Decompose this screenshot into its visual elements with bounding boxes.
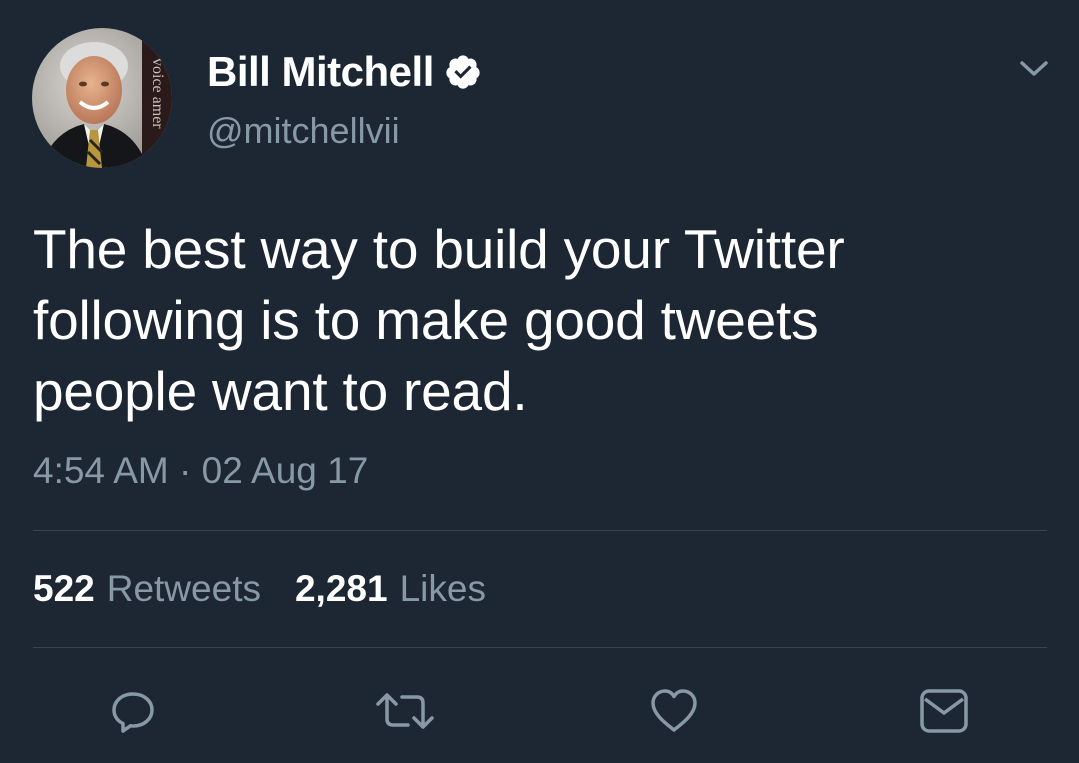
tweet-text-line: The best way to build your Twitter <box>33 218 845 280</box>
divider <box>33 647 1047 648</box>
tweet-timestamp[interactable]: 4:54 AM · 02 Aug 17 <box>33 450 368 492</box>
verified-badge-icon <box>444 53 482 91</box>
tweet-stats: 522 Retweets 2,281 Likes <box>33 568 486 610</box>
likes-count: 2,281 <box>294 568 388 609</box>
envelope-icon[interactable] <box>918 686 970 736</box>
chevron-down-icon[interactable] <box>1016 54 1052 82</box>
tweet-text-line: following is to make good tweets <box>33 289 819 351</box>
likes-stat[interactable]: 2,281 Likes <box>295 568 486 610</box>
author-handle[interactable]: @mitchellvii <box>207 110 400 152</box>
retweets-stat[interactable]: 522 Retweets <box>33 568 261 610</box>
tweet-text-line: people want to read. <box>33 360 528 422</box>
retweets-count: 522 <box>33 568 95 609</box>
retweets-label: Retweets <box>106 568 261 609</box>
avatar-backdrop-text: voice amer <box>149 58 166 129</box>
retweet-icon[interactable] <box>374 686 436 736</box>
likes-label: Likes <box>399 568 486 609</box>
reply-icon[interactable] <box>108 686 158 736</box>
author-name-row[interactable]: Bill Mitchell <box>207 46 482 98</box>
avatar[interactable]: voice amer <box>32 28 172 168</box>
divider <box>33 530 1047 531</box>
tweet-text: The best way to build your Twitter follo… <box>33 214 1043 427</box>
author-display-name[interactable]: Bill Mitchell <box>207 48 434 96</box>
heart-icon[interactable] <box>648 686 700 736</box>
